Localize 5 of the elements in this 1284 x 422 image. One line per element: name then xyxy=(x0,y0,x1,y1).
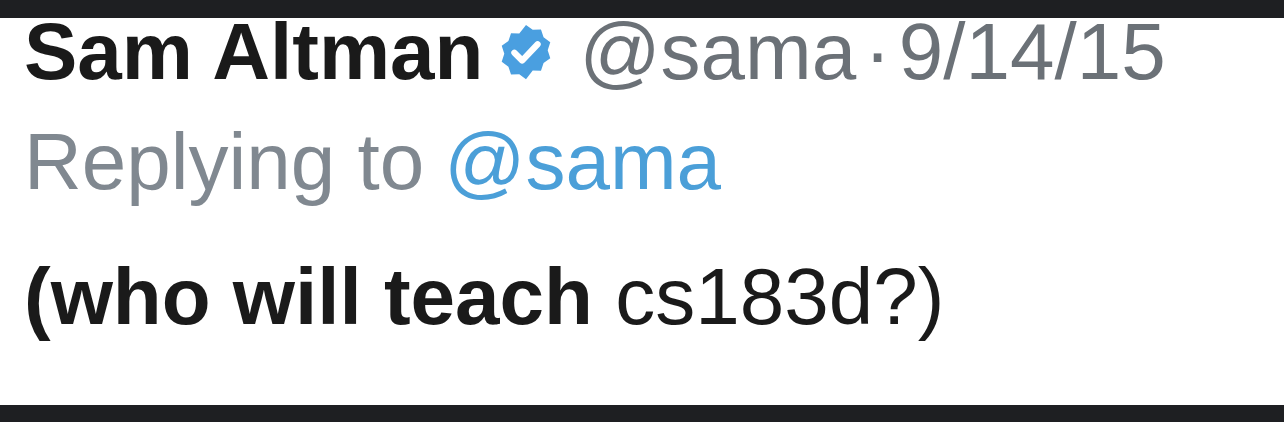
separator: · xyxy=(864,18,891,92)
author-handle: @sama xyxy=(579,18,857,92)
author-name: Sam Altman xyxy=(24,18,484,92)
mention-link[interactable]: @sama xyxy=(444,122,722,202)
tweet-date: 9/14/15 xyxy=(898,18,1166,92)
